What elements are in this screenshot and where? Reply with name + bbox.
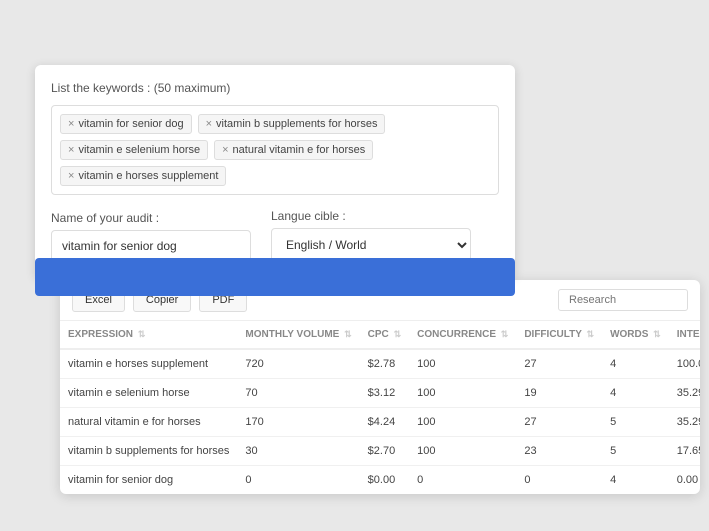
audit-group: Name of your audit : xyxy=(51,211,251,262)
cell-difficulty: 19 xyxy=(516,379,602,408)
tag-close-icon[interactable]: × xyxy=(68,118,74,130)
cell-words: 4 xyxy=(602,349,669,379)
cell-concurrence: 0 xyxy=(409,466,516,495)
cell-concurrence: 100 xyxy=(409,408,516,437)
cell-difficulty: 27 xyxy=(516,408,602,437)
cell-difficulty: 27 xyxy=(516,349,602,379)
cell-monthly_volume: 0 xyxy=(237,466,359,495)
sort-icon: ⇅ xyxy=(394,329,402,339)
header-row: EXPRESSION ⇅MONTHLY VOLUME ⇅CPC ⇅CONCURR… xyxy=(60,321,700,349)
cell-interest: 17.65 xyxy=(669,437,700,466)
table-header: EXPRESSION ⇅MONTHLY VOLUME ⇅CPC ⇅CONCURR… xyxy=(60,321,700,349)
tag-close-icon[interactable]: × xyxy=(206,118,212,130)
tag-label: vitamin b supplements for horses xyxy=(216,118,377,130)
table-row: vitamin b supplements for horses30$2.701… xyxy=(60,437,700,466)
table-row: vitamin e horses supplement720$2.7810027… xyxy=(60,349,700,379)
cell-words: 4 xyxy=(602,466,669,495)
tag-close-icon[interactable]: × xyxy=(68,144,74,156)
audit-label: Name of your audit : xyxy=(51,211,251,225)
cell-difficulty: 23 xyxy=(516,437,602,466)
table-row: natural vitamin e for horses170$4.241002… xyxy=(60,408,700,437)
cell-concurrence: 100 xyxy=(409,437,516,466)
tag-label: vitamin for senior dog xyxy=(78,118,183,130)
cell-monthly_volume: 720 xyxy=(237,349,359,379)
tag: × vitamin for senior dog xyxy=(60,114,192,134)
tags-container: × vitamin for senior dog × vitamin b supple… xyxy=(51,105,499,195)
cell-cpc: $4.24 xyxy=(360,408,409,437)
cell-interest: 35.29 xyxy=(669,408,700,437)
cell-expression: vitamin for senior dog xyxy=(60,466,237,495)
cell-concurrence: 100 xyxy=(409,379,516,408)
cell-cpc: $0.00 xyxy=(360,466,409,495)
section-label: List the keywords : (50 maximum) xyxy=(51,81,499,95)
table-row: vitamin for senior dog0$0.000040.00low xyxy=(60,466,700,495)
table-row: vitamin e selenium horse70$3.1210019435.… xyxy=(60,379,700,408)
cell-interest: 0.00 xyxy=(669,466,700,495)
cell-expression: vitamin b supplements for horses xyxy=(60,437,237,466)
col-header-interest[interactable]: INTEREST ⇅ xyxy=(669,321,700,349)
cell-cpc: $2.70 xyxy=(360,437,409,466)
cell-concurrence: 100 xyxy=(409,349,516,379)
keywords-card: List the keywords : (50 maximum) × vitami… xyxy=(35,65,515,278)
cell-interest: 100.00 xyxy=(669,349,700,379)
col-header-words[interactable]: WORDS ⇅ xyxy=(602,321,669,349)
results-table: EXPRESSION ⇅MONTHLY VOLUME ⇅CPC ⇅CONCURR… xyxy=(60,321,700,494)
col-header-expression[interactable]: EXPRESSION ⇅ xyxy=(60,321,237,349)
blue-bar xyxy=(35,258,515,296)
tag: × vitamin b supplements for horses xyxy=(198,114,386,134)
results-card: Excel Copier PDF EXPRESSION ⇅MONTHLY VOL… xyxy=(60,280,700,494)
sort-icon: ⇅ xyxy=(344,329,352,339)
cell-words: 4 xyxy=(602,379,669,408)
tag-close-icon[interactable]: × xyxy=(222,144,228,156)
tag: × vitamin e horses supplement xyxy=(60,166,226,186)
cell-difficulty: 0 xyxy=(516,466,602,495)
cell-cpc: $2.78 xyxy=(360,349,409,379)
cell-monthly_volume: 170 xyxy=(237,408,359,437)
table-body: vitamin e horses supplement720$2.7810027… xyxy=(60,349,700,494)
langue-select[interactable]: English / WorldFrench / FranceSpanish / … xyxy=(271,228,471,262)
cell-words: 5 xyxy=(602,408,669,437)
col-header-monthly_volume[interactable]: MONTHLY VOLUME ⇅ xyxy=(237,321,359,349)
cell-expression: vitamin e horses supplement xyxy=(60,349,237,379)
sort-icon: ⇅ xyxy=(587,329,595,339)
sort-icon: ⇅ xyxy=(138,329,146,339)
sort-icon: ⇅ xyxy=(501,329,509,339)
cell-expression: natural vitamin e for horses xyxy=(60,408,237,437)
tag: × natural vitamin e for horses xyxy=(214,140,373,160)
cell-monthly_volume: 30 xyxy=(237,437,359,466)
search-input[interactable] xyxy=(558,289,688,311)
tag-close-icon[interactable]: × xyxy=(68,170,74,182)
form-row: Name of your audit : Langue cible : Engl… xyxy=(51,209,499,262)
cell-monthly_volume: 70 xyxy=(237,379,359,408)
tag-label: natural vitamin e for horses xyxy=(233,144,366,156)
cell-interest: 35.29 xyxy=(669,379,700,408)
cell-cpc: $3.12 xyxy=(360,379,409,408)
col-header-cpc[interactable]: CPC ⇅ xyxy=(360,321,409,349)
langue-label: Langue cible : xyxy=(271,209,471,223)
cell-expression: vitamin e selenium horse xyxy=(60,379,237,408)
cell-words: 5 xyxy=(602,437,669,466)
sort-icon: ⇅ xyxy=(653,329,661,339)
langue-group: Langue cible : English / WorldFrench / F… xyxy=(271,209,471,262)
col-header-concurrence[interactable]: CONCURRENCE ⇅ xyxy=(409,321,516,349)
tag: × vitamin e selenium horse xyxy=(60,140,208,160)
col-header-difficulty[interactable]: DIFFICULTY ⇅ xyxy=(516,321,602,349)
tag-label: vitamin e horses supplement xyxy=(78,170,218,182)
tag-label: vitamin e selenium horse xyxy=(78,144,200,156)
